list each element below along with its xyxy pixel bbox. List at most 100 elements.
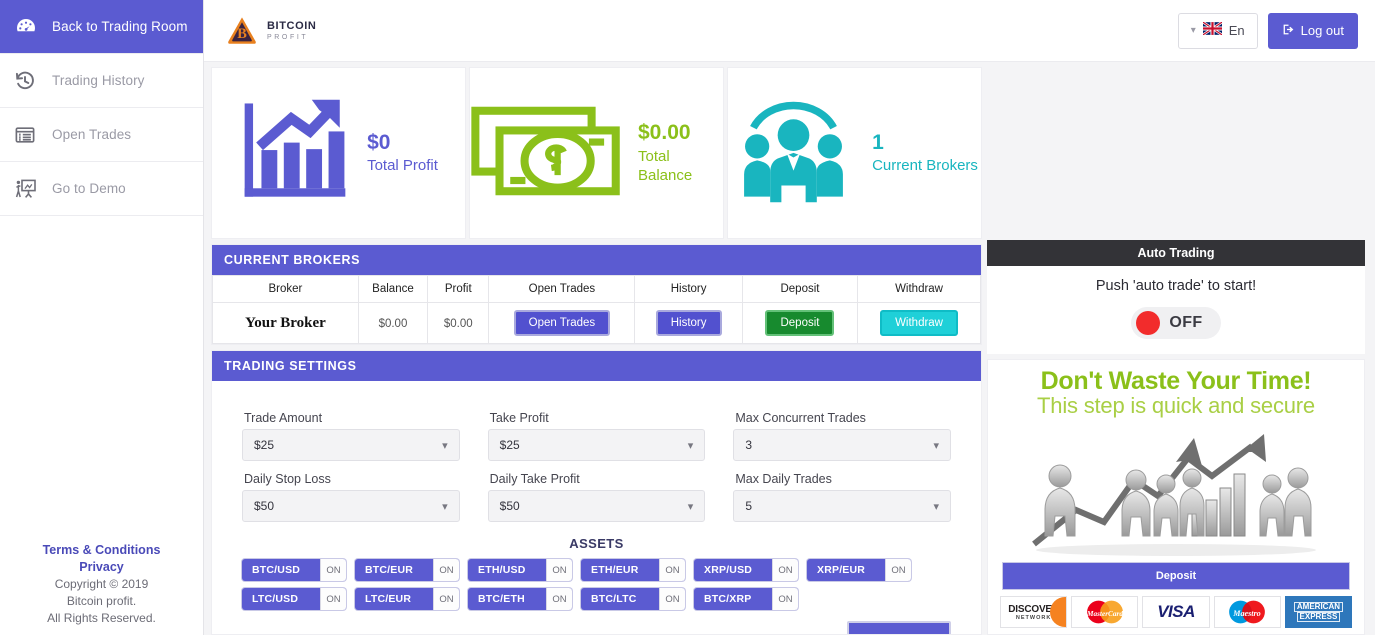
svg-text:MasterCard: MasterCard [1086, 609, 1123, 618]
field-take-profit: Take Profit $25 ▾ [488, 403, 706, 461]
column-history: History [635, 276, 743, 303]
assets-row-2: LTC/USD ON LTC/EUR ON BTC/ETH ON [242, 588, 951, 610]
topbar: B BITCOIN PROFIT ▾ [204, 0, 1375, 62]
take-profit-select[interactable]: $25 ▾ [488, 429, 706, 461]
field-max-daily-trades: Max Daily Trades 5 ▾ [733, 464, 951, 522]
max-concurrent-trades-select[interactable]: 3 ▾ [733, 429, 951, 461]
sidebar-item-open-trades[interactable]: Open Trades [0, 108, 203, 162]
select-value: 5 [745, 499, 752, 513]
sidebar-item-label: Go to Demo [46, 181, 126, 196]
asset-label: BTC/LTC [581, 588, 659, 610]
toggle-state-label: OFF [1169, 314, 1202, 332]
settings-action-row [242, 617, 951, 635]
asset-label: XRP/EUR [807, 559, 885, 581]
list-icon [14, 124, 46, 146]
terms-link[interactable]: Terms & Conditions [0, 542, 203, 559]
asset-label: BTC/ETH [468, 588, 546, 610]
logout-button[interactable]: Log out [1268, 13, 1358, 49]
maestro-card-icon: Maestro [1214, 596, 1281, 628]
field-label: Max Concurrent Trades [733, 403, 951, 429]
visa-card-icon: VISA [1142, 596, 1209, 628]
select-value: $25 [254, 438, 274, 452]
history-icon [14, 70, 46, 92]
open-trades-button[interactable]: Open Trades [514, 310, 610, 336]
asset-toggle-btc-xrp[interactable]: BTC/XRP ON [694, 588, 798, 610]
deposit-button[interactable]: Deposit [765, 310, 834, 336]
auto-trading-panel: Auto Trading Push 'auto trade' to start!… [987, 240, 1365, 354]
panel-title: CURRENT BROKERS [212, 245, 981, 275]
sidebar-footer: Terms & Conditions Privacy Copyright © 2… [0, 542, 203, 627]
growth-chart-people-illustration [1000, 418, 1352, 558]
chevron-down-icon: ▾ [688, 500, 694, 513]
asset-toggle-ltc-eur[interactable]: LTC/EUR ON [355, 588, 459, 610]
asset-label: LTC/USD [242, 588, 320, 610]
topbar-actions: ▾ En [1178, 13, 1358, 49]
asset-label: BTC/XRP [694, 588, 772, 610]
asset-state: ON [772, 588, 798, 610]
privacy-link[interactable]: Privacy [0, 559, 203, 576]
stat-label: Current Brokers [872, 156, 978, 176]
stat-card-total-profit: $0 Total Profit [211, 67, 466, 239]
settings-grid: Trade Amount $25 ▾ Take Profit $25 [242, 403, 951, 522]
daily-take-profit-select[interactable]: $50 ▾ [488, 490, 706, 522]
asset-toggle-xrp-eur[interactable]: XRP/EUR ON [807, 559, 911, 581]
sidebar-item-back-to-trading-room[interactable]: Back to Trading Room [0, 0, 203, 54]
chevron-down-icon: ▾ [442, 500, 448, 513]
content-area: $0 Total Profit [204, 62, 1375, 635]
rights-text: All Rights Reserved. [0, 610, 203, 627]
asset-toggle-btc-eur[interactable]: BTC/EUR ON [355, 559, 459, 581]
asset-toggle-btc-usd[interactable]: BTC/USD ON [242, 559, 346, 581]
sidebar: Back to Trading Room Trading History [0, 0, 204, 635]
select-value: $50 [500, 499, 520, 513]
asset-toggle-btc-ltc[interactable]: BTC/LTC ON [581, 588, 685, 610]
bar-chart-arrow-icon [239, 96, 351, 211]
asset-toggle-ltc-usd[interactable]: LTC/USD ON [242, 588, 346, 610]
field-label: Daily Stop Loss [242, 464, 460, 490]
asset-toggle-btc-eth[interactable]: BTC/ETH ON [468, 588, 572, 610]
mastercard-card-icon: MasterCard [1071, 596, 1138, 628]
payment-card-logos: DISCOVER NETWORK MasterCard VISA [1000, 596, 1352, 628]
history-button[interactable]: History [656, 310, 722, 336]
sidebar-item-go-to-demo[interactable]: Go to Demo [0, 162, 203, 216]
promo-headline: Don't Waste Your Time! [1000, 368, 1352, 394]
select-value: $50 [254, 499, 274, 513]
max-daily-trades-select[interactable]: 5 ▾ [733, 490, 951, 522]
auto-trade-toggle[interactable]: OFF [1131, 307, 1220, 339]
save-settings-button[interactable] [847, 621, 951, 635]
column-profit: Profit [428, 276, 489, 303]
copyright-text: Copyright © 2019 [0, 576, 203, 593]
assets-title: ASSETS [242, 522, 951, 559]
field-trade-amount: Trade Amount $25 ▾ [242, 403, 460, 461]
trade-amount-select[interactable]: $25 ▾ [242, 429, 460, 461]
main-area: B BITCOIN PROFIT ▾ [204, 0, 1375, 635]
table-row: Your Broker $0.00 $0.00 Open Trades Hist… [213, 303, 981, 344]
auto-trading-title: Auto Trading [987, 240, 1365, 266]
asset-state: ON [433, 588, 459, 610]
brokers-table: Broker Balance Profit Open Trades Histor… [212, 275, 981, 344]
table-header-row: Broker Balance Profit Open Trades Histor… [213, 276, 981, 303]
asset-toggle-eth-usd[interactable]: ETH/USD ON [468, 559, 572, 581]
asset-label: BTC/USD [242, 559, 320, 581]
asset-state: ON [546, 559, 572, 581]
app-root: Back to Trading Room Trading History [0, 0, 1375, 635]
daily-stop-loss-select[interactable]: $50 ▾ [242, 490, 460, 522]
sidebar-item-trading-history[interactable]: Trading History [0, 54, 203, 108]
language-selector[interactable]: ▾ En [1178, 13, 1258, 49]
withdraw-button[interactable]: Withdraw [880, 310, 958, 336]
column-deposit: Deposit [742, 276, 857, 303]
column-open-trades: Open Trades [489, 276, 635, 303]
asset-label: ETH/EUR [581, 559, 659, 581]
presentation-icon [14, 177, 46, 201]
asset-toggle-xrp-usd[interactable]: XRP/USD ON [694, 559, 798, 581]
column-balance: Balance [358, 276, 427, 303]
field-daily-stop-loss: Daily Stop Loss $50 ▾ [242, 464, 460, 522]
gauge-icon [14, 15, 46, 39]
field-label: Take Profit [488, 403, 706, 429]
language-label: En [1229, 23, 1245, 38]
promo-deposit-button[interactable]: Deposit [1002, 562, 1350, 590]
stat-label: Total Balance [638, 147, 723, 186]
column-withdraw: Withdraw [858, 276, 981, 303]
promo-subheadline: This step is quick and secure [1000, 394, 1352, 418]
people-group-icon [731, 96, 856, 211]
asset-toggle-eth-eur[interactable]: ETH/EUR ON [581, 559, 685, 581]
